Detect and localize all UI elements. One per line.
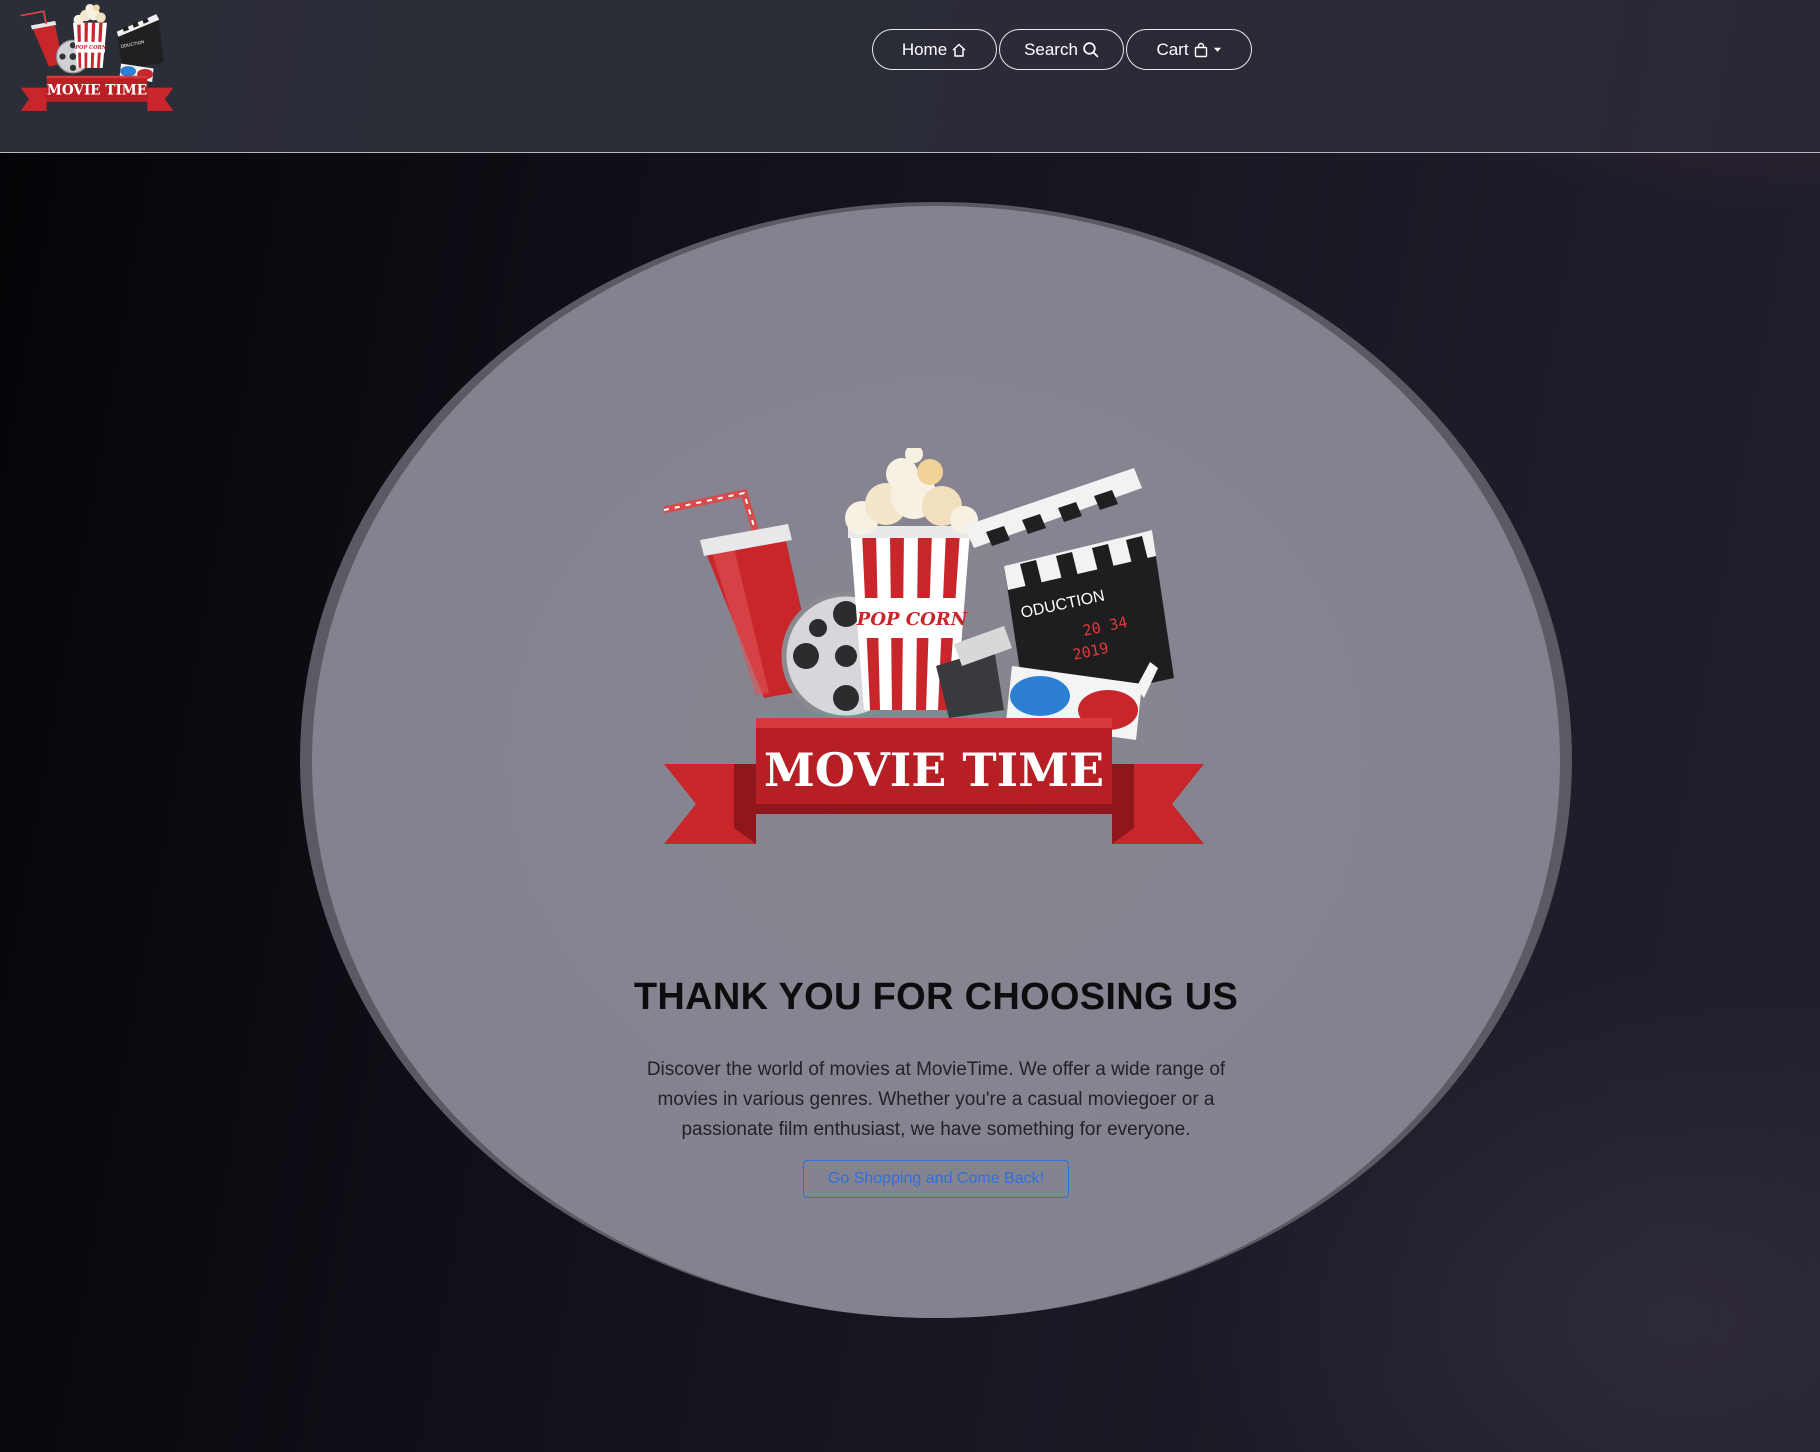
hero-logo-artwork: POP CORN ODUCTION 20 34 2019 MOVIE TIME — [664, 448, 1204, 844]
nav-cart-label: Cart — [1156, 39, 1189, 59]
movie-time-logo[interactable]: POP CORN ODUCTION MOVIE TIME — [14, 0, 180, 112]
svg-text:MOVIE TIME: MOVIE TIME — [764, 743, 1104, 797]
svg-text:POP CORN: POP CORN — [74, 45, 107, 51]
bag-icon — [1194, 42, 1207, 57]
go-shopping-button[interactable]: Go Shopping and Come Back! — [803, 1160, 1069, 1198]
caret-down-icon — [1213, 47, 1221, 52]
nav-search-label: Search — [1024, 39, 1078, 59]
nav-home-label: Home — [901, 39, 948, 59]
site-header: POP CORN ODUCTION MOVIE TIME Home Search… — [0, 0, 1820, 153]
nav-search-button[interactable]: Search — [999, 29, 1124, 70]
nav-home-button[interactable]: Home — [872, 29, 997, 70]
hero-movie-time-logo: POP CORN ODUCTION 20 34 2019 MOVIE TIME — [664, 448, 1204, 844]
nav-cart-dropdown[interactable]: Cart — [1126, 29, 1252, 70]
logo-artwork: POP CORN ODUCTION MOVIE TIME — [20, 3, 174, 111]
svg-text:POP CORN: POP CORN — [856, 609, 969, 630]
hero-description: Discover the world of movies at MovieTim… — [646, 1059, 1226, 1140]
hero-title: THANK YOU FOR CHOOSING US — [633, 976, 1239, 1018]
house-icon — [952, 43, 966, 57]
main-nav: Home Search Cart — [872, 29, 1252, 70]
svg-text:MOVIE TIME: MOVIE TIME — [47, 82, 147, 98]
search-icon — [1083, 42, 1099, 58]
